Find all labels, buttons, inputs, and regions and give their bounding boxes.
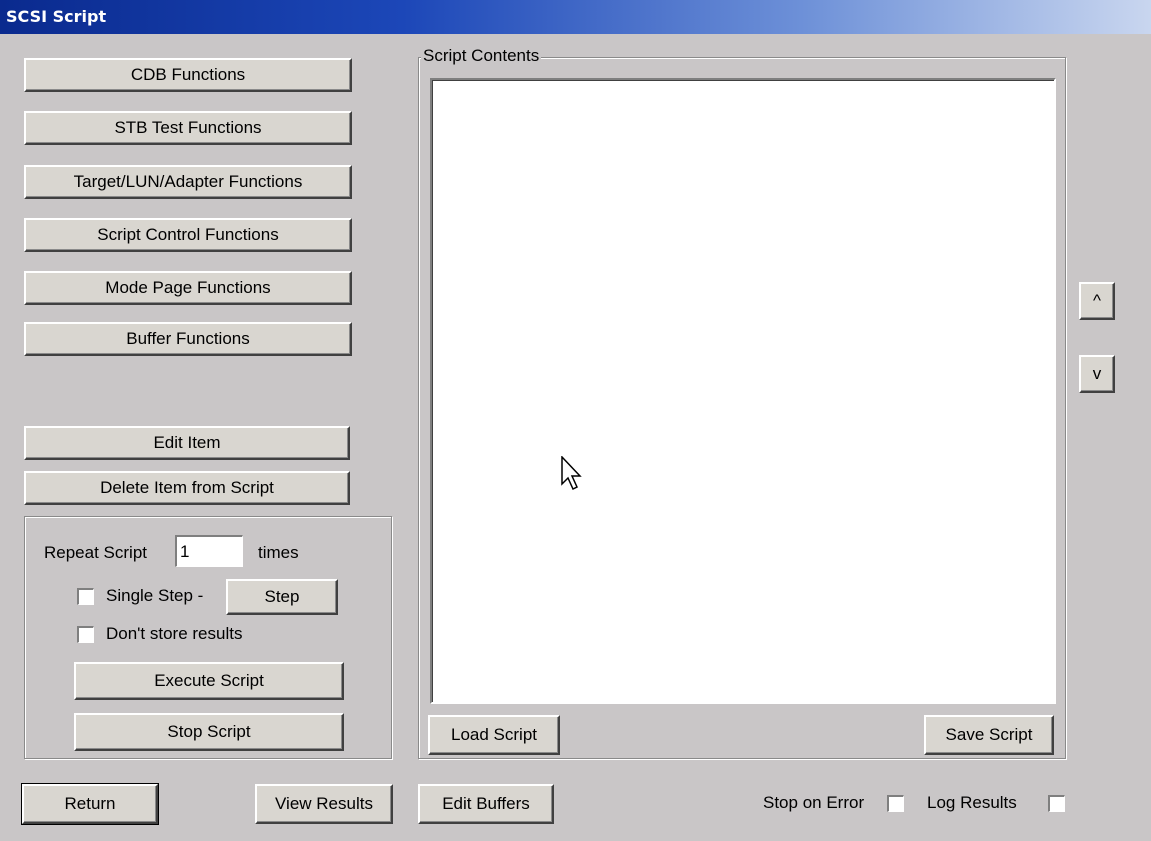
load-script-button[interactable]: Load Script (428, 715, 560, 755)
times-label: times (258, 543, 299, 562)
stop-script-button[interactable]: Stop Script (74, 713, 344, 751)
repeat-count-input[interactable] (175, 535, 243, 567)
cdb-functions-button[interactable]: CDB Functions (24, 58, 352, 92)
dont-store-results-label: Don't store results (106, 624, 243, 643)
target-lun-adapter-functions-button[interactable]: Target/LUN/Adapter Functions (24, 165, 352, 199)
single-step-checkbox[interactable] (77, 588, 94, 605)
script-contents-label: Script Contents (421, 46, 542, 66)
delete-item-button[interactable]: Delete Item from Script (24, 471, 350, 505)
single-step-label: Single Step - (106, 586, 204, 605)
window-title: SCSI Script (0, 0, 1151, 34)
script-control-functions-button[interactable]: Script Control Functions (24, 218, 352, 252)
execute-script-button[interactable]: Execute Script (74, 662, 344, 700)
script-contents-list[interactable] (430, 78, 1056, 704)
mode-page-functions-button[interactable]: Mode Page Functions (24, 271, 352, 305)
edit-buffers-button[interactable]: Edit Buffers (418, 784, 554, 824)
buffer-functions-button[interactable]: Buffer Functions (24, 322, 352, 356)
edit-item-button[interactable]: Edit Item (24, 426, 350, 460)
return-button[interactable]: Return (21, 783, 159, 825)
stop-on-error-label: Stop on Error (763, 793, 865, 812)
save-script-button[interactable]: Save Script (924, 715, 1054, 755)
move-down-button[interactable]: v (1079, 355, 1115, 393)
mouse-cursor-icon (561, 456, 582, 491)
log-results-checkbox[interactable] (1048, 795, 1065, 812)
view-results-button[interactable]: View Results (255, 784, 393, 824)
dont-store-results-checkbox[interactable] (77, 626, 94, 643)
stb-test-functions-button[interactable]: STB Test Functions (24, 111, 352, 145)
log-results-label: Log Results (927, 793, 1017, 812)
stop-on-error-checkbox[interactable] (887, 795, 904, 812)
repeat-script-label: Repeat Script (44, 543, 147, 562)
move-up-button[interactable]: ^ (1079, 282, 1115, 320)
step-button[interactable]: Step (226, 579, 338, 615)
